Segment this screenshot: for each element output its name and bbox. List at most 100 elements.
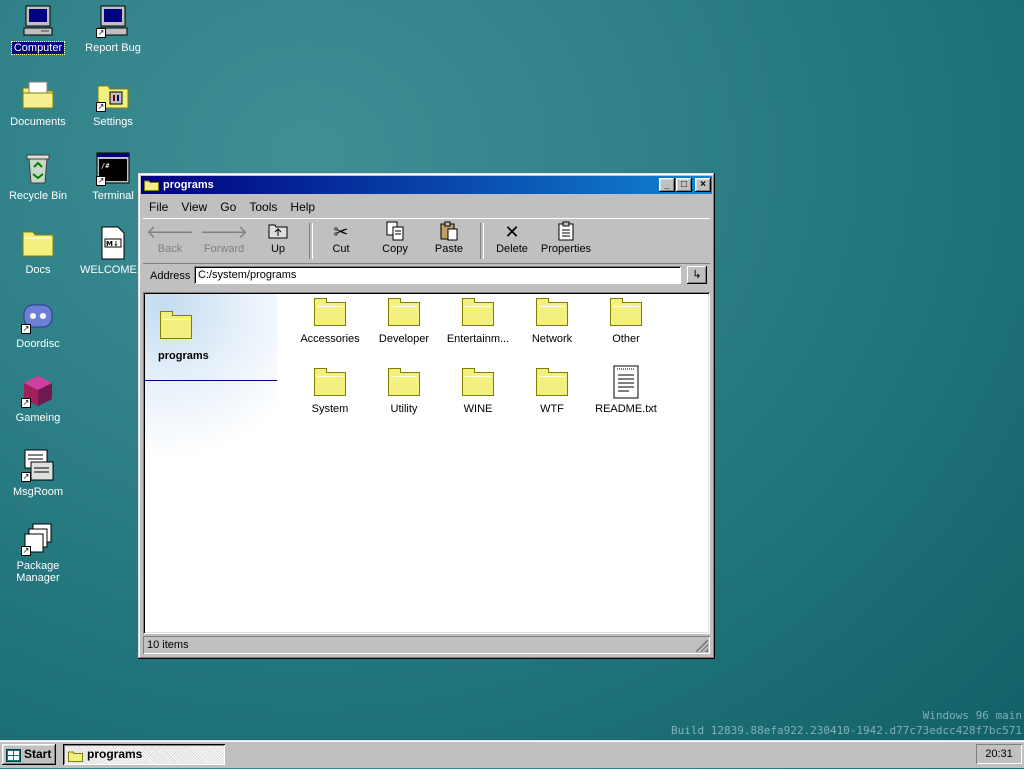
back-button[interactable]: 🡐 Back [145, 221, 195, 261]
file-list-pane[interactable]: programs Accessories Developer Entertain… [143, 292, 710, 634]
menu-tools[interactable]: Tools [244, 200, 282, 214]
documents-icon [21, 78, 55, 112]
go-button[interactable]: ↳ [687, 266, 707, 284]
up-button[interactable]: Up [253, 221, 303, 261]
text-file-icon [609, 365, 643, 399]
file-item-label: Utility [390, 403, 418, 415]
maximize-button[interactable]: □ [676, 178, 692, 192]
file-item-label: Entertainm... [446, 333, 510, 345]
recycle-bin-icon [21, 152, 55, 186]
desktop-icon-report-bug[interactable]: ↗ Report Bug [76, 4, 150, 54]
doordisc-icon: ↗ [21, 300, 55, 334]
menu-file[interactable]: File [144, 200, 173, 214]
folder-icon [387, 367, 421, 397]
forward-button[interactable]: 🡒 Forward [199, 221, 249, 261]
go-arrow-icon: ↳ [692, 269, 702, 281]
scissors-icon: ✂ [333, 222, 349, 242]
shortcut-arrow-icon: ↗ [21, 472, 31, 482]
desktop-icon-label: Terminal [92, 190, 134, 202]
up-label: Up [270, 243, 286, 255]
paste-icon [424, 221, 474, 243]
shortcut-arrow-icon: ↗ [96, 176, 106, 186]
copy-icon [370, 221, 420, 243]
desktop-icon-gameing[interactable]: ↗ Gameing [1, 374, 75, 424]
desktop-icon-label: Gameing [15, 412, 61, 424]
paste-label: Paste [434, 243, 464, 255]
up-folder-icon [253, 221, 303, 243]
shortcut-arrow-icon: ↗ [96, 28, 106, 38]
file-item-label: Other [612, 333, 640, 345]
address-input[interactable]: C:/system/programs [194, 266, 681, 284]
file-item-accessories[interactable]: Accessories [293, 297, 367, 345]
desktop-icon-msgroom[interactable]: ↗ MsgRoom [1, 448, 75, 498]
system-tray-clock[interactable]: 20:31 [976, 744, 1022, 764]
desktop-icon-label: Docs [25, 264, 51, 276]
minimize-button[interactable]: _ [659, 178, 675, 192]
copy-button[interactable]: Copy [370, 221, 420, 261]
settings-icon: ↗ [96, 78, 130, 112]
minimize-icon: _ [664, 179, 670, 190]
gameing-icon: ↗ [21, 374, 55, 408]
title-bar[interactable]: programs _ □ × [141, 176, 712, 194]
close-icon: × [700, 179, 706, 190]
menu-view[interactable]: View [176, 200, 212, 214]
desktop-icon-label: Computer [10, 41, 66, 55]
folder-icon [535, 297, 569, 327]
back-arrow-icon: 🡐 [145, 222, 195, 242]
file-item-utility[interactable]: Utility [367, 367, 441, 415]
properties-icon [538, 221, 594, 243]
start-button[interactable]: Start [2, 744, 56, 765]
taskbar-item-programs[interactable]: programs [63, 744, 225, 765]
delete-label: Delete [496, 243, 528, 255]
desktop-icon-settings[interactable]: ↗ Settings [76, 78, 150, 128]
file-item-label: System [311, 403, 349, 415]
side-pane-divider [145, 380, 277, 381]
resize-grip-icon[interactable] [696, 640, 708, 652]
file-item-wtf[interactable]: WTF [515, 367, 589, 415]
file-item-readme[interactable]: README.txt [589, 365, 663, 415]
desktop-icon-documents[interactable]: Documents [1, 78, 75, 128]
desktop-icon-recycle-bin[interactable]: Recycle Bin [1, 152, 75, 202]
toolbar: 🡐 Back 🡒 Forward Up ✂ Cut Copy Paste ✕ D… [143, 218, 710, 264]
desktop-icon-computer[interactable]: Computer [1, 4, 75, 55]
properties-label: Properties [540, 243, 592, 255]
paste-button[interactable]: Paste [424, 221, 474, 261]
taskbar-item-label: programs [87, 747, 143, 761]
side-pane-title: programs [158, 350, 209, 362]
window-title: programs [163, 179, 214, 191]
file-item-other[interactable]: Other [589, 297, 663, 345]
desktop-icon-docs[interactable]: Docs [1, 226, 75, 276]
delete-button[interactable]: ✕ Delete [487, 221, 537, 261]
desktop-icon-doordisc[interactable]: ↗ Doordisc [1, 300, 75, 350]
menu-help[interactable]: Help [285, 200, 320, 214]
forward-label: Forward [203, 243, 245, 255]
svg-text:M↓: M↓ [106, 240, 119, 248]
properties-button[interactable]: Properties [538, 221, 594, 261]
delete-x-icon: ✕ [504, 222, 520, 242]
copy-label: Copy [382, 243, 408, 255]
folder-icon [387, 297, 421, 327]
maximize-icon: □ [680, 179, 688, 190]
file-item-developer[interactable]: Developer [367, 297, 441, 345]
address-label: Address [150, 270, 191, 282]
folder-icon [68, 748, 83, 769]
menu-go[interactable]: Go [215, 200, 241, 214]
folder-icon [144, 179, 159, 197]
terminal-icon: /# ↗ [96, 152, 130, 186]
file-item-label: Developer [378, 333, 430, 345]
file-item-label: WINE [463, 403, 493, 415]
status-text: 10 items [147, 639, 189, 651]
file-item-network[interactable]: Network [515, 297, 589, 345]
desktop-icon-package-manager[interactable]: ↗ Package Manager [1, 522, 75, 584]
file-item-wine[interactable]: WINE [441, 367, 515, 415]
msgroom-icon: ↗ [21, 448, 55, 482]
cut-button[interactable]: ✂ Cut [316, 221, 366, 261]
desktop-icon-label: Package Manager [16, 560, 60, 584]
shortcut-arrow-icon: ↗ [21, 324, 31, 334]
svg-text:/#: /# [101, 162, 110, 170]
file-item-system[interactable]: System [293, 367, 367, 415]
file-item-entertainment[interactable]: Entertainm... [441, 297, 515, 345]
markdown-file-icon: M↓ [96, 226, 130, 260]
explorer-window[interactable]: programs _ □ × File View Go Tools Help 🡐… [138, 173, 715, 659]
close-button[interactable]: × [695, 178, 711, 192]
